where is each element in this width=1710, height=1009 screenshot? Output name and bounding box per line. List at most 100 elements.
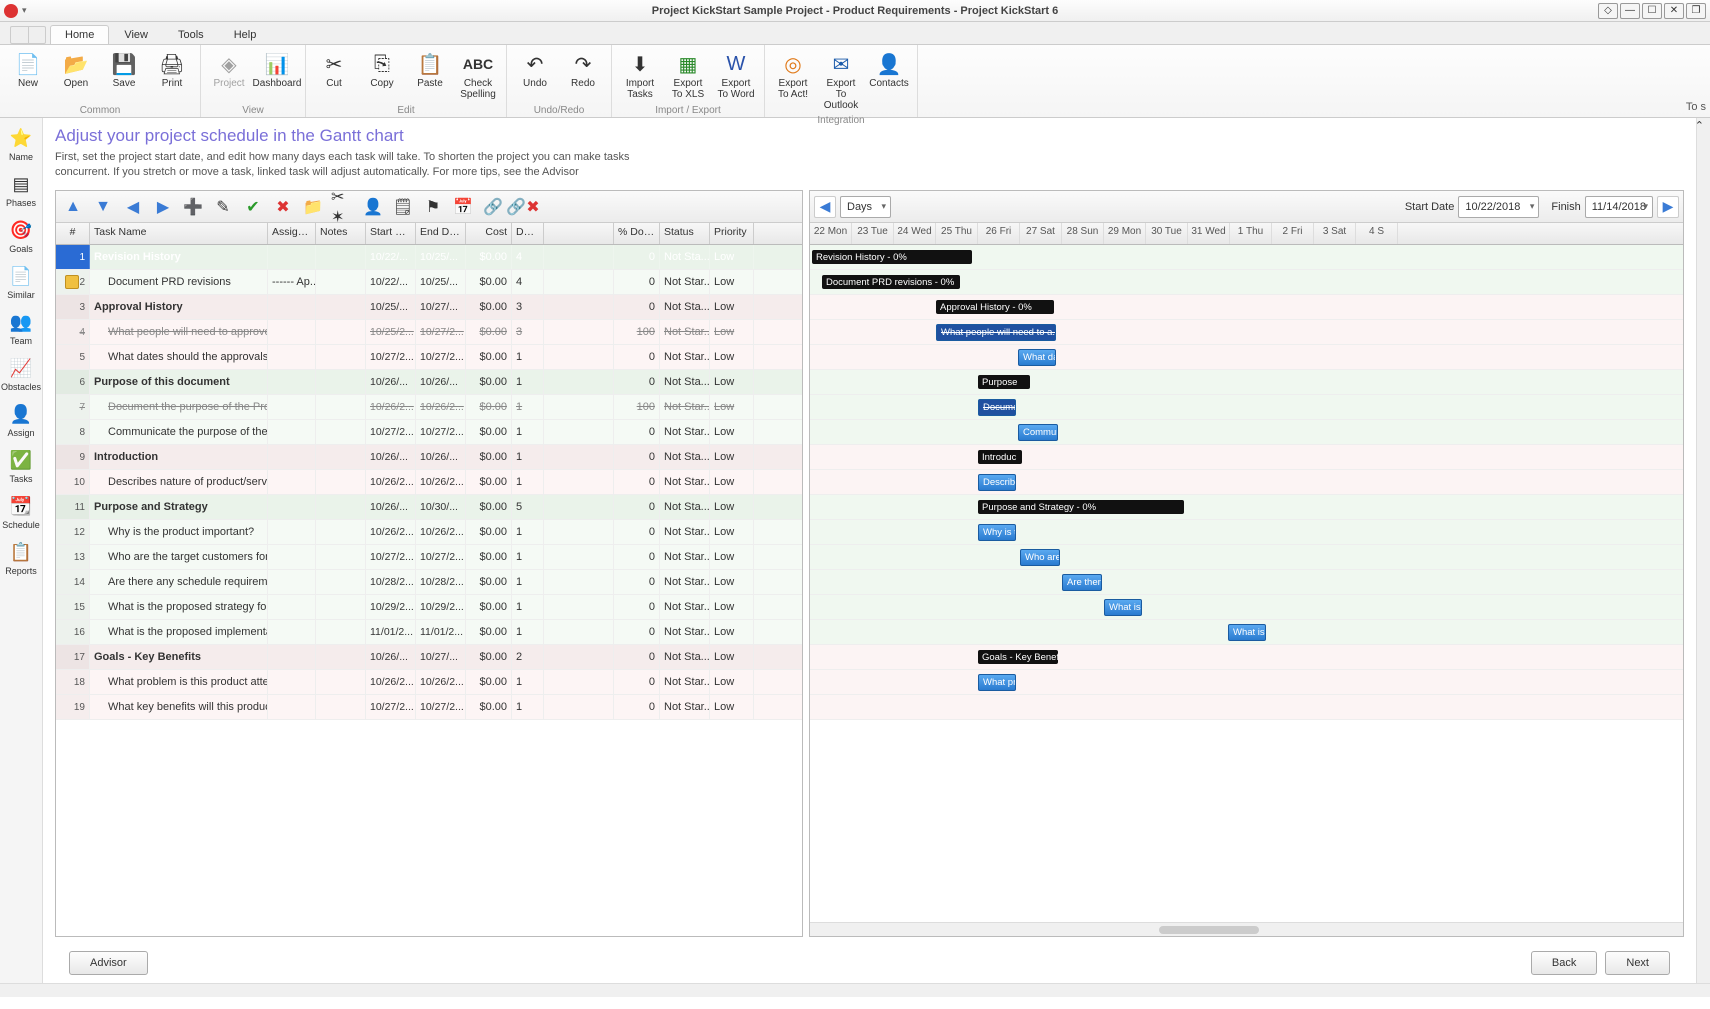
- table-row[interactable]: 12Why is the product important?10/26/2..…: [56, 520, 802, 545]
- cell-assignment[interactable]: [268, 495, 316, 519]
- cell-start-date[interactable]: 10/26/...: [366, 495, 416, 519]
- gantt-summary-bar[interactable]: Goals - Key Benefit: [978, 650, 1058, 664]
- table-row[interactable]: 7Document the purpose of the Product R..…: [56, 395, 802, 420]
- cell-days[interactable]: 1: [512, 545, 544, 569]
- table-row[interactable]: 17Goals - Key Benefits10/26/...10/27/...…: [56, 645, 802, 670]
- cell-cost[interactable]: $0.00: [466, 445, 512, 469]
- table-row[interactable]: 16What is the proposed implementation st…: [56, 620, 802, 645]
- cell-end-date[interactable]: 10/27/2...: [416, 320, 466, 344]
- gantt-row[interactable]: Revision History - 0%: [810, 245, 1683, 270]
- gantt-task-bar[interactable]: What is: [1104, 599, 1142, 616]
- edit-task-button[interactable]: ✎: [210, 194, 236, 220]
- cell-status[interactable]: Not Star...: [660, 320, 710, 344]
- nav-item-goals[interactable]: 🎯Goals: [1, 216, 41, 256]
- cell-assignment[interactable]: ------ Ap...: [268, 270, 316, 294]
- cell-days[interactable]: 4: [512, 270, 544, 294]
- nav-item-reports[interactable]: 📋Reports: [1, 538, 41, 578]
- gantt-task-bar[interactable]: Who are: [1020, 549, 1060, 566]
- gantt-summary-bar[interactable]: Approval History - 0%: [936, 300, 1054, 314]
- cell-status[interactable]: Not Sta...: [660, 495, 710, 519]
- cell-cost[interactable]: $0.00: [466, 370, 512, 394]
- cell-end-date[interactable]: 10/27/2...: [416, 545, 466, 569]
- cell-task-name[interactable]: Purpose and Strategy: [90, 495, 268, 519]
- import-tasks-button[interactable]: ⬇Import Tasks: [618, 47, 662, 103]
- window-help-button[interactable]: ◇: [1598, 3, 1618, 19]
- table-row[interactable]: 8Communicate the purpose of the PRD to .…: [56, 420, 802, 445]
- cell-assignment[interactable]: [268, 520, 316, 544]
- cell-assignment[interactable]: [268, 345, 316, 369]
- cell-status[interactable]: Not Star...: [660, 670, 710, 694]
- gantt-row[interactable]: Document PRD revisions - 0%: [810, 270, 1683, 295]
- check-spelling-button[interactable]: ABCCheck Spelling: [456, 47, 500, 103]
- gantt-prev-button[interactable]: ◀: [814, 196, 836, 218]
- cell-cost[interactable]: $0.00: [466, 695, 512, 719]
- gantt-row[interactable]: Describe: [810, 470, 1683, 495]
- cell-end-date[interactable]: 10/26/...: [416, 370, 466, 394]
- gantt-task-bar[interactable]: What da: [1018, 349, 1056, 366]
- project-button[interactable]: ◈Project: [207, 47, 251, 92]
- cell-task-name[interactable]: What key benefits will this product brin…: [90, 695, 268, 719]
- cell-done[interactable]: 0: [614, 545, 660, 569]
- cell-cost[interactable]: $0.00: [466, 470, 512, 494]
- cell-cost[interactable]: $0.00: [466, 645, 512, 669]
- redo-button[interactable]: ↷Redo: [561, 47, 605, 92]
- cell-cost[interactable]: $0.00: [466, 320, 512, 344]
- cell-notes[interactable]: [316, 420, 366, 444]
- next-button-wizard[interactable]: Next: [1605, 951, 1670, 975]
- cell-cost[interactable]: $0.00: [466, 595, 512, 619]
- start-date-picker[interactable]: 10/22/2018: [1458, 196, 1539, 218]
- cell-status[interactable]: Not Star...: [660, 520, 710, 544]
- gantt-task-bar[interactable]: Describe: [978, 474, 1016, 491]
- tab-view[interactable]: View: [109, 25, 163, 44]
- tab-home[interactable]: Home: [50, 25, 109, 44]
- cell-assignment[interactable]: [268, 695, 316, 719]
- cell-status[interactable]: Not Sta...: [660, 445, 710, 469]
- col-task-name[interactable]: Task Name: [90, 223, 268, 244]
- cell-cost[interactable]: $0.00: [466, 670, 512, 694]
- cell-assignment[interactable]: [268, 595, 316, 619]
- ribbon-collapse-icon[interactable]: ⌃: [1695, 119, 1704, 132]
- cell-start-date[interactable]: 10/29/2...: [366, 595, 416, 619]
- gantt-row[interactable]: Why is t: [810, 520, 1683, 545]
- undo-button[interactable]: ↶Undo: [513, 47, 557, 92]
- window-copy-button[interactable]: ❐: [1686, 3, 1706, 19]
- close-button[interactable]: ✕: [1664, 3, 1684, 19]
- cell-done[interactable]: 0: [614, 345, 660, 369]
- export-act-button[interactable]: ◎Export To Act!: [771, 47, 815, 103]
- cell-notes[interactable]: [316, 395, 366, 419]
- cell-done[interactable]: 0: [614, 445, 660, 469]
- gantt-row[interactable]: What pr: [810, 670, 1683, 695]
- cell-days[interactable]: 1: [512, 370, 544, 394]
- notes-button[interactable]: 🗒: [390, 194, 416, 220]
- cell-task-name[interactable]: What is the proposed implementation str.…: [90, 620, 268, 644]
- cell-priority[interactable]: Low: [710, 295, 754, 319]
- cell-assignment[interactable]: [268, 445, 316, 469]
- cell-days[interactable]: 1: [512, 420, 544, 444]
- cell-start-date[interactable]: 10/28/2...: [366, 570, 416, 594]
- cell-done[interactable]: 0: [614, 620, 660, 644]
- maximize-button[interactable]: ☐: [1642, 3, 1662, 19]
- cell-priority[interactable]: Low: [710, 495, 754, 519]
- table-row[interactable]: 4What people will need to approve PRD?10…: [56, 320, 802, 345]
- cell-notes[interactable]: [316, 595, 366, 619]
- cell-notes[interactable]: [316, 620, 366, 644]
- unlink-button[interactable]: 🔗✖: [510, 194, 536, 220]
- cell-start-date[interactable]: 11/01/2...: [366, 620, 416, 644]
- gantt-task-bar[interactable]: What pr: [978, 674, 1016, 691]
- finish-date-picker[interactable]: 11/14/2018: [1585, 196, 1653, 218]
- grid-body[interactable]: 1Revision History10/22/...10/25/...$0.00…: [56, 245, 802, 936]
- table-row[interactable]: 15What is the proposed strategy for the …: [56, 595, 802, 620]
- cell-status[interactable]: Not Sta...: [660, 295, 710, 319]
- gantt-task-bar[interactable]: What people will need to a...: [936, 324, 1056, 341]
- cell-task-name[interactable]: Goals - Key Benefits: [90, 645, 268, 669]
- cell-task-name[interactable]: Approval History: [90, 295, 268, 319]
- cell-done[interactable]: 0: [614, 270, 660, 294]
- unlink-logic-button[interactable]: ✂✶: [330, 194, 356, 220]
- folder-button[interactable]: 📁: [300, 194, 326, 220]
- cell-notes[interactable]: [316, 320, 366, 344]
- cell-start-date[interactable]: 10/27/2...: [366, 695, 416, 719]
- gantt-row[interactable]: What is: [810, 595, 1683, 620]
- cell-start-date[interactable]: 10/26/...: [366, 370, 416, 394]
- cell-end-date[interactable]: 10/26/2...: [416, 670, 466, 694]
- cell-start-date[interactable]: 10/26/2...: [366, 670, 416, 694]
